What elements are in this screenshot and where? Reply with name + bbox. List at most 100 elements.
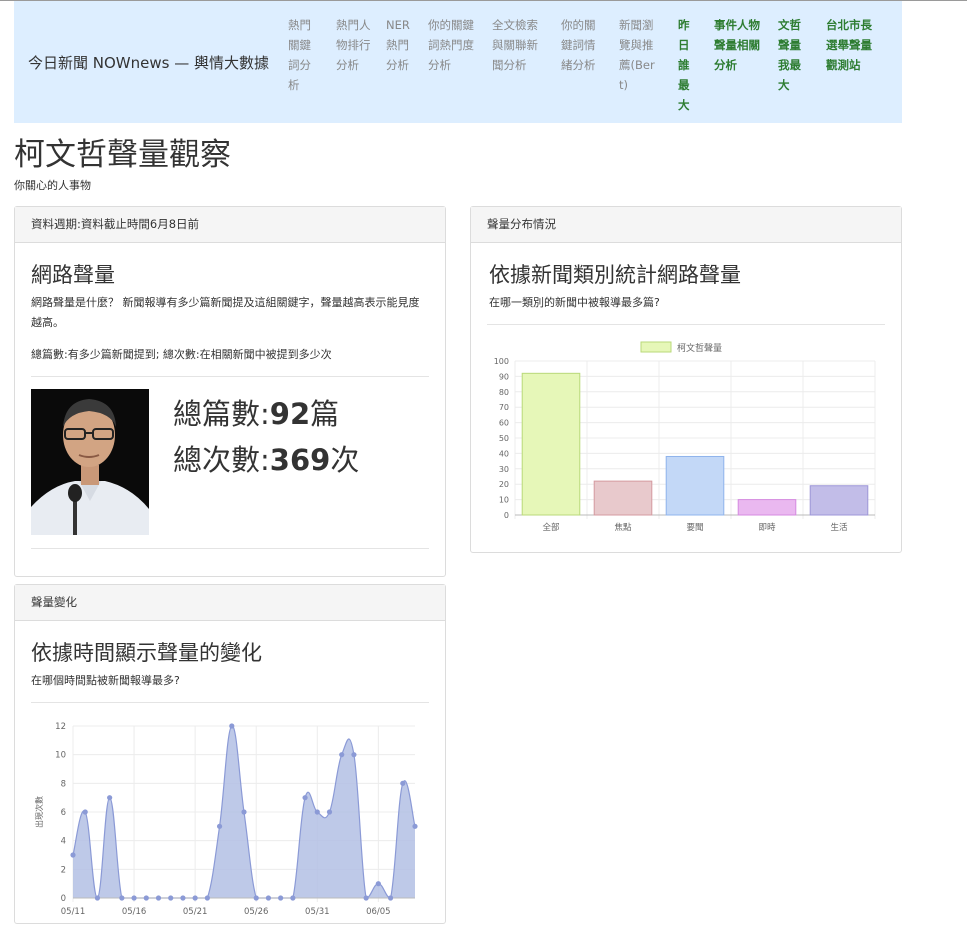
- y-tick-label: 90: [499, 372, 509, 381]
- data-point: [351, 752, 357, 758]
- data-point: [290, 895, 296, 901]
- x-tick-label: 05/31: [305, 907, 330, 917]
- x-tick-label: 即時: [758, 523, 776, 533]
- x-tick-label: 05/16: [122, 907, 147, 917]
- page-title: 柯文哲聲量觀察: [14, 137, 231, 173]
- data-point: [302, 795, 308, 801]
- nav-item-event-people[interactable]: 事件人物聲量相關分析: [714, 15, 770, 75]
- divider: [31, 702, 429, 703]
- x-tick-label: 焦點: [614, 522, 632, 533]
- data-point: [119, 895, 125, 901]
- nav-item-keyword-popularity[interactable]: 你的關鍵詞熱門度分析: [428, 15, 480, 75]
- data-point: [326, 809, 333, 815]
- data-point: [412, 823, 418, 829]
- nav-item-yesterday-top[interactable]: 昨日誰最大: [678, 15, 694, 115]
- navbar: 今日新聞 NOWnews — 輿情大數據 熱門關鍵詞分析 熱門人物排行分析 NE…: [14, 1, 902, 123]
- nav-item-sentiment-analysis[interactable]: 你的關鍵詞情緒分析: [561, 15, 603, 75]
- divider: [487, 324, 885, 325]
- legend-swatch: [640, 341, 672, 353]
- distribution-panel: 聲量分布情況 依據新聞類別統計網路聲量 在哪一類別的新聞中被報導最多篇? 柯文哲…: [470, 206, 902, 553]
- bar-2: [665, 455, 725, 516]
- divider: [31, 376, 429, 377]
- data-point: [363, 895, 369, 901]
- nav-item-taipei-mayor[interactable]: 台北市長選舉聲量觀測站: [826, 15, 882, 75]
- y-tick-label: 10: [55, 751, 66, 761]
- data-point: [204, 895, 210, 901]
- data-point: [265, 895, 272, 901]
- page-subtitle: 你關心的人事物: [14, 179, 91, 192]
- trend-description: 在哪個時間點被新聞報導最多?: [31, 674, 180, 687]
- bar-4: [809, 485, 869, 516]
- legend-label: 柯文哲聲量: [677, 342, 722, 354]
- y-tick-label: 60: [499, 419, 509, 428]
- total-mentions-unit: 次: [330, 443, 360, 477]
- x-tick-label: 全部: [542, 522, 560, 533]
- data-point: [400, 780, 406, 786]
- total-articles-unit: 篇: [310, 397, 340, 431]
- data-point: [229, 723, 235, 729]
- data-point: [339, 752, 345, 758]
- y-tick-label: 10: [499, 496, 509, 505]
- nav-item-news-recommendation[interactable]: 新聞瀏覽與推薦(Bert): [619, 15, 663, 95]
- nav-item-wenzhe-volume[interactable]: 文哲聲量我最大: [778, 15, 808, 95]
- total-articles: 總篇數:92篇: [173, 391, 339, 433]
- data-point: [94, 895, 101, 901]
- data-point: [314, 809, 320, 815]
- brand-link[interactable]: 今日新聞 NOWnews — 輿情大數據: [28, 52, 269, 73]
- y-tick-label: 4: [61, 837, 66, 847]
- x-tick-label: 05/11: [61, 907, 86, 917]
- data-point: [180, 895, 186, 901]
- nav-item-ner-analysis[interactable]: NER熱門分析: [386, 15, 416, 75]
- data-point: [387, 895, 394, 901]
- data-point: [192, 895, 198, 901]
- nav-item-keyword-analysis[interactable]: 熱門關鍵詞分析: [288, 15, 318, 95]
- data-point: [70, 852, 76, 858]
- y-axis-title: 出現次數: [34, 796, 44, 828]
- data-point: [143, 895, 149, 901]
- total-mentions: 總次數:369次: [173, 437, 359, 479]
- volume-title: 網路聲量: [31, 263, 115, 287]
- data-point: [168, 895, 174, 901]
- x-tick-label: 06/05: [366, 907, 391, 917]
- bar-0: [521, 372, 581, 516]
- y-tick-label: 12: [55, 722, 66, 732]
- y-tick-label: 6: [61, 808, 66, 818]
- data-point: [82, 809, 88, 815]
- x-tick-label: 要聞: [686, 523, 703, 533]
- y-tick-label: 0: [61, 894, 66, 904]
- y-tick-label: 2: [61, 865, 66, 875]
- volume-description: 網路聲量是什麼？ 新聞報導有多少篇新聞提及這組關鍵字，聲量越高表示能見度越高。: [31, 296, 420, 329]
- x-tick-label: 05/26: [244, 907, 269, 917]
- area-chart: 0 2 4 6 8 10 12 05/11 05/16 05/21 05/26 05/31 06/05 出…: [34, 722, 418, 917]
- data-point: [241, 809, 247, 815]
- bar-3: [737, 499, 797, 516]
- trend-panel: 聲量變化 依據時間顯示聲量的變化 在哪個時間點被新聞報導最多? 0 2 4 6 8 10 1…: [14, 584, 446, 924]
- trend-panel-heading: 聲量變化: [15, 585, 445, 621]
- bar-1: [593, 480, 653, 516]
- y-tick-label: 100: [494, 357, 509, 366]
- distribution-panel-heading: 聲量分布情況: [471, 207, 901, 243]
- nav-item-people-ranking[interactable]: 熱門人物排行分析: [336, 15, 378, 75]
- distribution-title: 依據新聞類別統計網路聲量: [489, 263, 741, 287]
- x-tick-label: 生活: [830, 522, 848, 533]
- y-tick-label: 20: [499, 480, 509, 489]
- bar-chart: 柯文哲聲量 0 10 20 30 40 50 60 70 80 90 100 全部 焦點 要聞 即時 生活: [494, 341, 876, 533]
- y-tick-label: 0: [504, 511, 509, 520]
- nav-item-fulltext-search[interactable]: 全文檢索與關聯新聞分析: [492, 15, 546, 75]
- data-point: [107, 795, 113, 801]
- y-tick-label: 80: [499, 388, 509, 397]
- y-tick-label: 8: [61, 779, 66, 789]
- total-mentions-value: 369: [269, 443, 331, 477]
- volume-note: 總篇數:有多少篇新聞提到; 總次數:在相關新聞中被提到多少次: [31, 348, 332, 361]
- divider: [31, 548, 429, 549]
- data-point: [278, 895, 284, 901]
- total-mentions-label: 總次數:: [173, 443, 270, 477]
- data-point: [253, 895, 259, 901]
- ko-wen-je-photo: [31, 389, 149, 535]
- volume-panel: 資料週期:資料截止時間6月8日前 網路聲量 網路聲量是什麼？ 新聞報導有多少篇新…: [14, 206, 446, 577]
- data-point: [375, 881, 381, 887]
- total-articles-value: 92: [269, 397, 311, 431]
- data-point: [155, 895, 162, 901]
- y-tick-label: 50: [499, 434, 509, 443]
- distribution-description: 在哪一類別的新聞中被報導最多篇?: [489, 296, 660, 309]
